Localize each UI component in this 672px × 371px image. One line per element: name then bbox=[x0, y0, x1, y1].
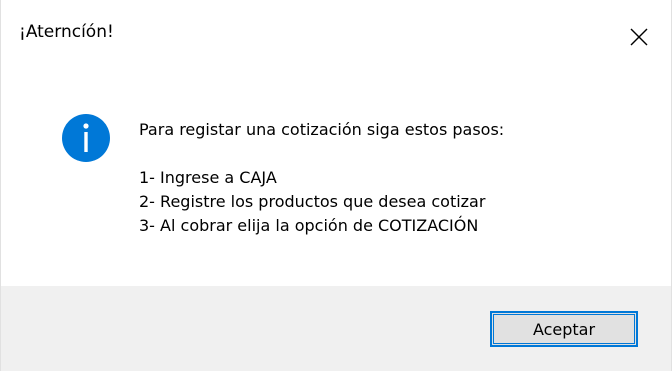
title-bar: ¡Aterncíón! bbox=[1, 0, 671, 80]
dialog-content: Para registar una cotización siga estos … bbox=[1, 80, 671, 286]
message-heading: Para registar una cotización siga estos … bbox=[139, 120, 505, 139]
info-icon bbox=[62, 114, 110, 162]
window-title: ¡Aterncíón! bbox=[19, 22, 114, 42]
message-step: 2- Registre los productos que desea coti… bbox=[139, 192, 486, 211]
accept-button-label: Aceptar bbox=[532, 319, 596, 339]
dialog-footer: Aceptar bbox=[1, 286, 671, 371]
message-step: 3- Al cobrar elija la opción de COTIZACI… bbox=[139, 216, 479, 235]
close-button[interactable] bbox=[607, 0, 671, 74]
message-step: 1- Ingrese a CAJA bbox=[139, 168, 277, 187]
close-icon bbox=[630, 28, 648, 46]
message-text: Para registar una cotización siga estos … bbox=[139, 118, 504, 238]
message-dialog: ¡Aterncíón! Para registar una cotización… bbox=[0, 0, 672, 371]
accept-button[interactable]: Aceptar bbox=[490, 311, 638, 347]
